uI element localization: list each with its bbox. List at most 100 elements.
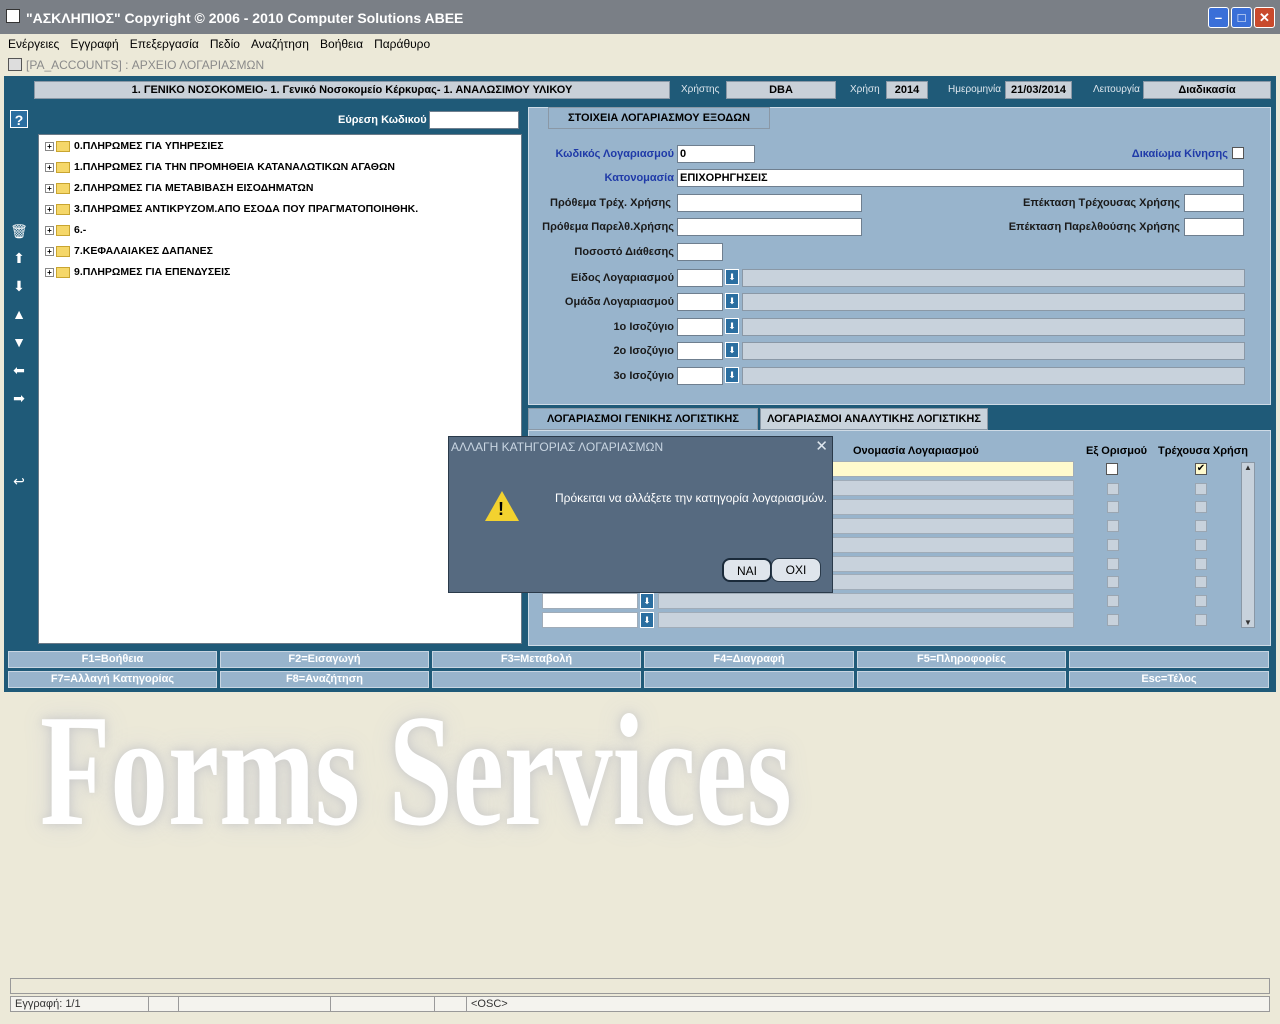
- menu-actions[interactable]: Ενέργειες: [8, 37, 59, 51]
- tree-node[interactable]: +2.ΠΛΗΡΩΜΕΣ ΓΙΑ ΜΕΤΑΒΙΒΑΣΗ ΕΙΣΟΔΗΜΑΤΩΝ: [45, 182, 313, 198]
- grid-default-checkbox[interactable]: [1107, 520, 1119, 532]
- grid-row-name[interactable]: [830, 480, 1074, 496]
- grid-current-checkbox[interactable]: [1195, 558, 1207, 570]
- grid-current-checkbox[interactable]: [1195, 501, 1207, 513]
- f3-modify-button[interactable]: F3=Μεταβολή: [432, 651, 641, 668]
- grid-default-checkbox[interactable]: [1107, 576, 1119, 588]
- f5-info-button[interactable]: F5=Πληροφορίες: [857, 651, 1066, 668]
- grid-default-checkbox[interactable]: [1107, 614, 1119, 626]
- back-icon[interactable]: ⬅: [10, 361, 28, 379]
- balance3-lov-icon[interactable]: ⬇: [725, 367, 739, 383]
- next-record-icon[interactable]: ▼: [10, 333, 28, 351]
- tree-node[interactable]: +1.ΠΛΗΡΩΜΕΣ ΓΙΑ ΤΗΝ ΠΡΟΜΗΘΕΙΑ ΚΑΤΑΝΑΛΩΤΙ…: [45, 161, 395, 177]
- grid-default-checkbox[interactable]: [1107, 539, 1119, 551]
- grid-lov-icon[interactable]: ⬇: [640, 593, 654, 609]
- undo-icon[interactable]: ↩: [10, 472, 28, 490]
- previous-record-icon[interactable]: ▲: [10, 305, 28, 323]
- date-field: 21/03/2014: [1005, 81, 1072, 99]
- org-field: 1. ΓΕΝΙΚΟ ΝΟΣΟΚΟΜΕΙΟ- 1. Γενικό Νοσοκομε…: [34, 81, 670, 99]
- menu-window[interactable]: Παράθυρο: [374, 37, 430, 51]
- forward-icon[interactable]: ➡: [10, 389, 28, 407]
- tab-account-details[interactable]: ΣΤΟΙΧΕΙΑ ΛΟΓΑΡΙΑΣΜΟΥ ΕΞΟΔΩΝ: [548, 107, 770, 129]
- no-button[interactable]: ΟΧΙ: [771, 558, 821, 582]
- trash-icon[interactable]: 🗑: [10, 222, 28, 240]
- esc-exit-button[interactable]: Esc=Τέλος: [1069, 671, 1269, 688]
- grid-default-checkbox[interactable]: [1107, 595, 1119, 607]
- balance1-input[interactable]: [677, 318, 723, 336]
- first-record-icon[interactable]: ⬆: [10, 249, 28, 267]
- grid-row-name[interactable]: [658, 593, 1074, 609]
- search-code-input[interactable]: [429, 111, 519, 129]
- help-icon[interactable]: ?: [10, 110, 28, 128]
- grid-scrollbar[interactable]: ▲ ▼: [1241, 462, 1255, 628]
- disposal-percent-input[interactable]: [677, 243, 723, 261]
- grid-row-name[interactable]: [658, 612, 1074, 628]
- account-code-input[interactable]: 0: [677, 145, 755, 163]
- f1-help-button[interactable]: F1=Βοήθεια: [8, 651, 217, 668]
- grid-row-code[interactable]: [542, 612, 638, 628]
- yes-button[interactable]: ΝΑΙ: [722, 558, 772, 582]
- mdi-title: [PA_ACCOUNTS] : ΑΡΧΕΙΟ ΛΟΓΑΡΙΑΣΜΩΝ: [26, 58, 265, 72]
- balance1-lov-icon[interactable]: ⬇: [725, 318, 739, 334]
- grid-current-checkbox[interactable]: [1195, 483, 1207, 495]
- balance2-input[interactable]: [677, 342, 723, 360]
- tree-node[interactable]: +9.ΠΛΗΡΩΜΕΣ ΓΙΑ ΕΠΕΝΔΥΣΕΙΣ: [45, 266, 230, 282]
- f2-insert-button[interactable]: F2=Εισαγωγή: [220, 651, 429, 668]
- tree-node[interactable]: +0.ΠΛΗΡΩΜΕΣ ΓΙΑ ΥΠΗΡΕΣΙΕΣ: [45, 140, 224, 156]
- grid-row-name[interactable]: [830, 518, 1074, 534]
- menu-search[interactable]: Αναζήτηση: [251, 37, 309, 51]
- tab-general-ledger[interactable]: ΛΟΓΑΡΙΑΣΜΟΙ ΓΕΝΙΚΗΣ ΛΟΓΙΣΤΙΚΗΣ: [528, 408, 758, 430]
- account-type-input[interactable]: [677, 269, 723, 287]
- tree-node[interactable]: +6.-: [45, 224, 86, 240]
- grid-row-name[interactable]: [830, 537, 1074, 553]
- account-group-description: [742, 293, 1245, 311]
- grid-row-name[interactable]: [830, 574, 1074, 590]
- extension-previous-input[interactable]: [1184, 218, 1244, 236]
- f4-delete-button[interactable]: F4=Διαγραφή: [644, 651, 854, 668]
- extension-current-input[interactable]: [1184, 194, 1244, 212]
- tree-node[interactable]: +3.ΠΛΗΡΩΜΕΣ ΑΝΤΙΚΡΥΖΟΜ.ΑΠΟ ΕΣΟΔΑ ΠΟΥ ΠΡΑ…: [45, 203, 418, 219]
- account-group-lov-icon[interactable]: ⬇: [725, 293, 739, 309]
- balance2-lov-icon[interactable]: ⬇: [725, 342, 739, 358]
- grid-row-code[interactable]: [542, 593, 638, 609]
- grid-current-checkbox[interactable]: [1195, 595, 1207, 607]
- fkey-empty-1[interactable]: [1069, 651, 1269, 668]
- grid-row-name[interactable]: [830, 499, 1074, 515]
- grid-current-checkbox[interactable]: [1195, 520, 1207, 532]
- grid-default-checkbox[interactable]: [1106, 463, 1118, 475]
- grid-current-checkbox[interactable]: ✔: [1195, 463, 1207, 475]
- grid-current-checkbox[interactable]: [1195, 539, 1207, 551]
- tree-node[interactable]: +7.ΚΕΦΑΛΑΙΑΚΕΣ ΔΑΠΑΝΕΣ: [45, 245, 213, 261]
- grid-lov-icon[interactable]: ⬇: [640, 612, 654, 628]
- grid-row-name[interactable]: [830, 556, 1074, 572]
- maximize-icon[interactable]: □: [1231, 7, 1252, 28]
- grid-row-name[interactable]: [830, 461, 1074, 477]
- fkey-empty-4[interactable]: [857, 671, 1066, 688]
- grid-default-checkbox[interactable]: [1107, 483, 1119, 495]
- tab-analytical-ledger[interactable]: ΛΟΓΑΡΙΑΣΜΟΙ ΑΝΑΛΥΤΙΚΗΣ ΛΟΓΙΣΤΙΚΗΣ: [760, 408, 988, 430]
- menu-record[interactable]: Εγγραφή: [70, 37, 118, 51]
- menu-help[interactable]: Βοήθεια: [320, 37, 363, 51]
- last-record-icon[interactable]: ⬇: [10, 277, 28, 295]
- minimize-icon[interactable]: –: [1208, 7, 1229, 28]
- dialog-close-icon[interactable]: ✕: [815, 439, 828, 455]
- menu-edit[interactable]: Επεξεργασία: [130, 37, 199, 51]
- grid-default-checkbox[interactable]: [1107, 558, 1119, 570]
- form-icon: [8, 58, 22, 71]
- account-name-input[interactable]: ΕΠΙΧΟΡΗΓΗΣΕΙΣ: [677, 169, 1244, 187]
- status-line: Εγγραφή: 1/1 <OSC>: [10, 996, 1270, 1012]
- account-group-input[interactable]: [677, 293, 723, 311]
- grid-default-checkbox[interactable]: [1107, 501, 1119, 513]
- balance3-input[interactable]: [677, 367, 723, 385]
- prefix-current-input[interactable]: [677, 194, 862, 212]
- menu-field[interactable]: Πεδίο: [210, 37, 240, 51]
- scroll-down-icon[interactable]: ▼: [1242, 618, 1254, 627]
- account-type-lov-icon[interactable]: ⬇: [725, 269, 739, 285]
- movement-right-checkbox[interactable]: [1232, 147, 1244, 159]
- grid-current-checkbox[interactable]: [1195, 614, 1207, 626]
- close-icon[interactable]: ✕: [1254, 7, 1275, 28]
- prefix-previous-input[interactable]: [677, 218, 862, 236]
- grid-current-checkbox[interactable]: [1195, 576, 1207, 588]
- extension-previous-label: Επέκταση Παρελθούσης Χρήσης: [1008, 221, 1180, 233]
- scroll-up-icon[interactable]: ▲: [1242, 463, 1254, 472]
